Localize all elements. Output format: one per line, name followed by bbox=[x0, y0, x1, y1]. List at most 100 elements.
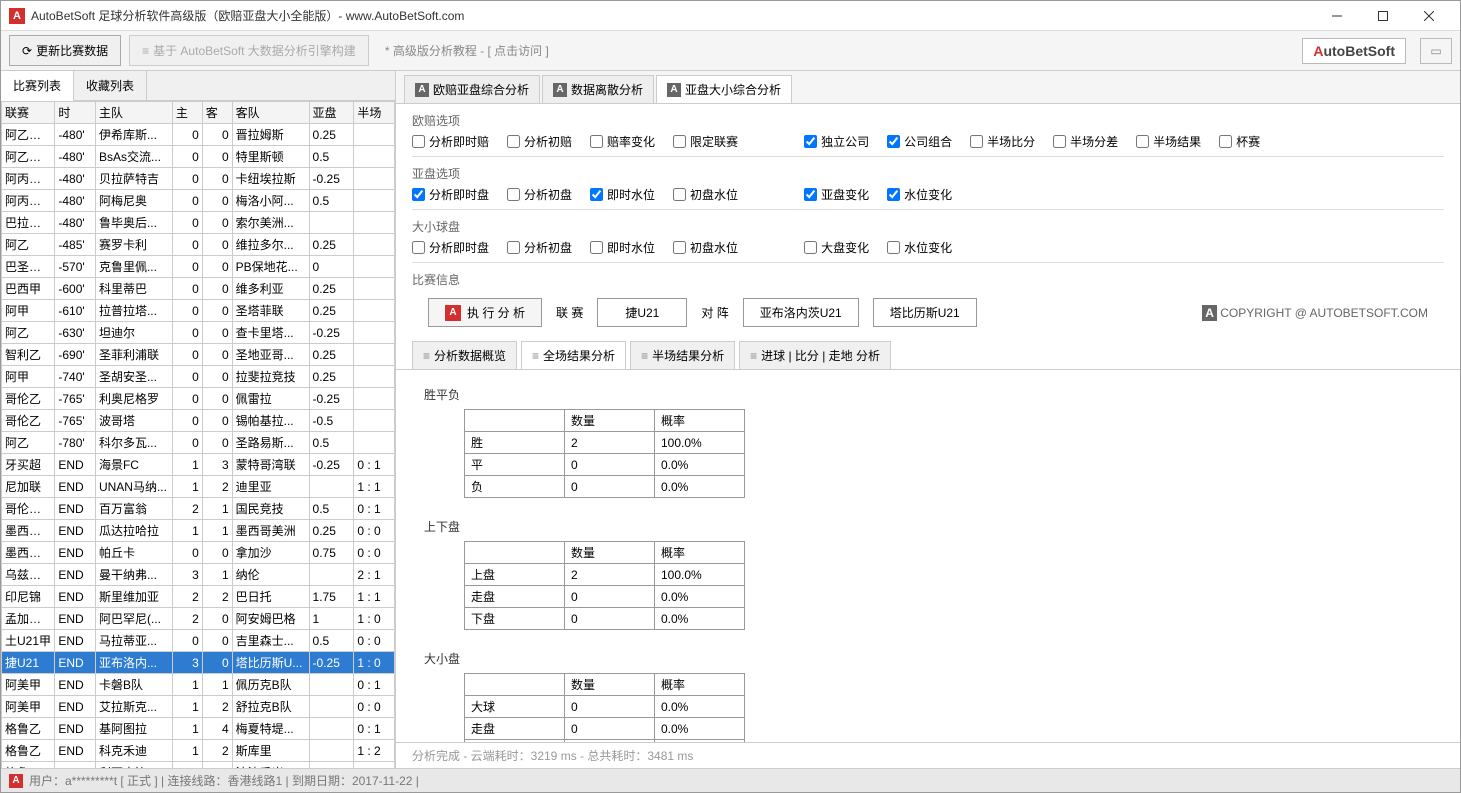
table-row[interactable]: 阿乙曼特-480'伊希库斯...00晋拉姆斯0.25 bbox=[2, 124, 395, 146]
chk-euro-change[interactable]: 赔率变化 bbox=[590, 133, 655, 150]
col-as[interactable]: 客 bbox=[202, 102, 232, 124]
chk-euro-htscore[interactable]: 半场比分 bbox=[970, 133, 1035, 150]
table-row[interactable]: 阿丙曼特-480'阿梅尼奥00梅洛小阿...0.5 bbox=[2, 190, 395, 212]
result-tab-full[interactable]: ≡全场结果分析 bbox=[521, 341, 626, 369]
refresh-button[interactable]: ⟳更新比赛数据 bbox=[9, 35, 121, 66]
chk-ou-change[interactable]: 大盘变化 bbox=[804, 239, 869, 256]
chk-ou-init[interactable]: 分析初盘 bbox=[507, 239, 572, 256]
bars-icon: ≡ bbox=[641, 349, 648, 363]
maximize-button[interactable] bbox=[1360, 4, 1406, 28]
rtab-dispersion[interactable]: A数据离散分析 bbox=[542, 75, 654, 103]
main-area: 比赛列表 收藏列表 联赛 时 主队 主 客 客队 亚盘 半场 bbox=[1, 71, 1460, 768]
tab-favorites[interactable]: 收藏列表 bbox=[74, 71, 147, 100]
table-row[interactable]: 墨西联附END帕丘卡00拿加沙0.750 : 0 bbox=[2, 542, 395, 564]
table-row[interactable]: 格鲁乙END基阿图拉14梅夏特堤...0 : 1 bbox=[2, 718, 395, 740]
chk-euro-htres[interactable]: 半场结果 bbox=[1136, 133, 1201, 150]
chk-euro-league[interactable]: 限定联赛 bbox=[673, 133, 738, 150]
minimize-button[interactable] bbox=[1314, 4, 1360, 28]
result-tab-overview[interactable]: ≡分析数据概览 bbox=[412, 341, 517, 369]
table-row[interactable]: 智利乙-690'圣菲利浦联00圣地亚哥...0.25 bbox=[2, 344, 395, 366]
chk-ah-live[interactable]: 分析即时盘 bbox=[412, 186, 489, 203]
result-body[interactable]: 胜平负 数量概率胜2100.0%平00.0%负00.0% 上下盘 数量概率上盘2… bbox=[396, 370, 1460, 742]
chk-euro-indep[interactable]: 独立公司 bbox=[804, 133, 869, 150]
chk-ah-init[interactable]: 分析初盘 bbox=[507, 186, 572, 203]
chk-ah-change[interactable]: 亚盘变化 bbox=[804, 186, 869, 203]
a-icon: A bbox=[415, 83, 429, 97]
right-panel: A欧赔亚盘综合分析 A数据离散分析 A亚盘大小综合分析 欧赔选项 分析即时赔 分… bbox=[396, 71, 1460, 768]
toolbar: ⟳更新比赛数据 ≡基于 AutoBetSoft 大数据分析引擎构建 * 高级版分… bbox=[1, 31, 1460, 71]
table-row[interactable]: 巴西甲-600'科里蒂巴00维多利亚0.25 bbox=[2, 278, 395, 300]
table-row[interactable]: 哥伦甲附END百万富翁21国民竞技0.50 : 1 bbox=[2, 498, 395, 520]
table-row[interactable]: 巴拉后备-480'鲁毕奥后...00索尔美洲... bbox=[2, 212, 395, 234]
table-row[interactable]: 印尼锦END斯里维加亚22巴日托1.751 : 1 bbox=[2, 586, 395, 608]
execute-analysis-button[interactable]: A执 行 分 析 bbox=[428, 298, 542, 327]
league-value: 捷U21 bbox=[597, 298, 687, 327]
chk-euro-cup[interactable]: 杯赛 bbox=[1219, 133, 1260, 150]
col-home[interactable]: 主队 bbox=[95, 102, 172, 124]
options-area: 欧赔选项 分析即时赔 分析初赔 赔率变化 限定联赛 独立公司 公司组合 半场比分… bbox=[396, 104, 1460, 337]
col-league[interactable]: 联赛 bbox=[2, 102, 55, 124]
footer-logo-icon: A bbox=[9, 774, 23, 788]
chk-ou-live[interactable]: 分析即时盘 bbox=[412, 239, 489, 256]
copyright-text: A COPYRIGHT @ AUTOBETSOFT.COM bbox=[1202, 306, 1428, 320]
table-row[interactable]: 乌兹甲附END曼干纳弗...31纳伦2 : 1 bbox=[2, 564, 395, 586]
window-title: AutoBetSoft 足球分析软件高级版（欧赔亚盘大小全能版）- www.Au… bbox=[31, 7, 1314, 24]
result-tab-goals[interactable]: ≡进球 | 比分 | 走地 分析 bbox=[739, 341, 891, 369]
rtab-ah-ou[interactable]: A亚盘大小综合分析 bbox=[656, 75, 792, 103]
table-row[interactable]: 阿美甲END艾拉斯克...12舒拉克B队0 : 0 bbox=[2, 696, 395, 718]
table-row[interactable]: 阿乙-485'赛罗卡利00维拉多尔...0.25 bbox=[2, 234, 395, 256]
col-away[interactable]: 客队 bbox=[232, 102, 309, 124]
chk-ah-livew[interactable]: 即时水位 bbox=[590, 186, 655, 203]
result-tabs: ≡分析数据概览 ≡全场结果分析 ≡半场结果分析 ≡进球 | 比分 | 走地 分析 bbox=[396, 337, 1460, 370]
app-window: A AutoBetSoft 足球分析软件高级版（欧赔亚盘大小全能版）- www.… bbox=[0, 0, 1461, 793]
table-row[interactable]: 阿乙-780'科尔多瓦...00圣路易斯...0.5 bbox=[2, 432, 395, 454]
table-row[interactable]: 阿甲-610'拉普拉塔...00圣塔菲联0.25 bbox=[2, 300, 395, 322]
table-row[interactable]: 阿甲-740'圣胡安圣...00拉斐拉竞技0.25 bbox=[2, 366, 395, 388]
table-row[interactable]: 哥伦乙-765'波哥塔00锡帕基拉...-0.5 bbox=[2, 410, 395, 432]
ou-opts-title: 大小球盘 bbox=[412, 218, 1444, 235]
close-button[interactable] bbox=[1406, 4, 1452, 28]
chk-ou-livew[interactable]: 即时水位 bbox=[590, 239, 655, 256]
manual-icon[interactable]: ▭ bbox=[1420, 38, 1452, 64]
chk-ah-initw[interactable]: 初盘水位 bbox=[673, 186, 738, 203]
table-row[interactable]: 格鲁乙END科克禾迪12斯库里1 : 2 bbox=[2, 740, 395, 762]
list-icon: ≡ bbox=[142, 44, 149, 58]
table-row[interactable]: 尼加联ENDUNAN马纳...12迪里亚1 : 1 bbox=[2, 476, 395, 498]
table-row[interactable]: 牙买超END海景FC13蒙特哥湾联-0.250 : 1 bbox=[2, 454, 395, 476]
table-row[interactable]: 捷U21END亚布洛内...30塔比历斯U...-0.251 : 0 bbox=[2, 652, 395, 674]
chk-euro-htdiff[interactable]: 半场分差 bbox=[1053, 133, 1118, 150]
col-time[interactable]: 时 bbox=[55, 102, 96, 124]
league-label: 联 赛 bbox=[556, 304, 583, 321]
chk-euro-live[interactable]: 分析即时赔 bbox=[412, 133, 489, 150]
app-logo-icon: A bbox=[9, 8, 25, 24]
chk-ah-wchange[interactable]: 水位变化 bbox=[887, 186, 952, 203]
result-tab-half[interactable]: ≡半场结果分析 bbox=[630, 341, 735, 369]
match-table-scroll[interactable]: 联赛 时 主队 主 客 客队 亚盘 半场 阿乙曼特-480'伊希库斯...00晋… bbox=[1, 101, 395, 768]
chk-ou-initw[interactable]: 初盘水位 bbox=[673, 239, 738, 256]
table-row[interactable]: 阿美甲END卡磐B队11佩历克B队0 : 1 bbox=[2, 674, 395, 696]
bars-icon: ≡ bbox=[423, 349, 430, 363]
table-row[interactable]: 孟加拉联END阿巴罕尼(...20阿安姆巴格11 : 0 bbox=[2, 608, 395, 630]
right-tabs: A欧赔亚盘综合分析 A数据离散分析 A亚盘大小综合分析 bbox=[396, 71, 1460, 104]
table-row[interactable]: 巴圣青联-570'克鲁里佩...00PB保地花...0 bbox=[2, 256, 395, 278]
table-row[interactable]: 阿丙曼特-480'贝拉萨特吉00卡纽埃拉斯-0.25 bbox=[2, 168, 395, 190]
table-row[interactable]: 阿乙曼特-480'BsAs交流...00特里斯顿0.5 bbox=[2, 146, 395, 168]
section-ud: 上下盘 数量概率上盘2100.0%走盘00.0%下盘00.0% bbox=[424, 518, 1432, 630]
chk-euro-init[interactable]: 分析初赔 bbox=[507, 133, 572, 150]
col-ht[interactable]: 半场 bbox=[354, 102, 395, 124]
chk-euro-combo[interactable]: 公司组合 bbox=[887, 133, 952, 150]
col-ah[interactable]: 亚盘 bbox=[309, 102, 354, 124]
chk-ou-wchange[interactable]: 水位变化 bbox=[887, 239, 952, 256]
ah-opts-title: 亚盘选项 bbox=[412, 165, 1444, 182]
rtab-euro-ah[interactable]: A欧赔亚盘综合分析 bbox=[404, 75, 540, 103]
col-hs[interactable]: 主 bbox=[172, 102, 202, 124]
tutorial-link[interactable]: * 高级版分析教程 - [ 点击访问 ] bbox=[385, 42, 549, 59]
tab-match-list[interactable]: 比赛列表 bbox=[1, 71, 74, 101]
euro-opts-title: 欧赔选项 bbox=[412, 112, 1444, 129]
table-row[interactable]: 哥伦乙-765'利奥尼格罗00佩雷拉-0.25 bbox=[2, 388, 395, 410]
footer-text: 用户：a*********t [ 正式 ] | 连接线路：香港线路1 | 到期日… bbox=[29, 772, 419, 789]
table-row[interactable]: 阿乙-630'坦迪尔00查卡里塔...-0.25 bbox=[2, 322, 395, 344]
table-row[interactable]: 土U21甲END马拉蒂亚...00吉里森士...0.50 : 0 bbox=[2, 630, 395, 652]
section-wdl: 胜平负 数量概率胜2100.0%平00.0%负00.0% bbox=[424, 386, 1432, 498]
table-row[interactable]: 墨西联附END瓜达拉哈拉11墨西哥美洲0.250 : 0 bbox=[2, 520, 395, 542]
